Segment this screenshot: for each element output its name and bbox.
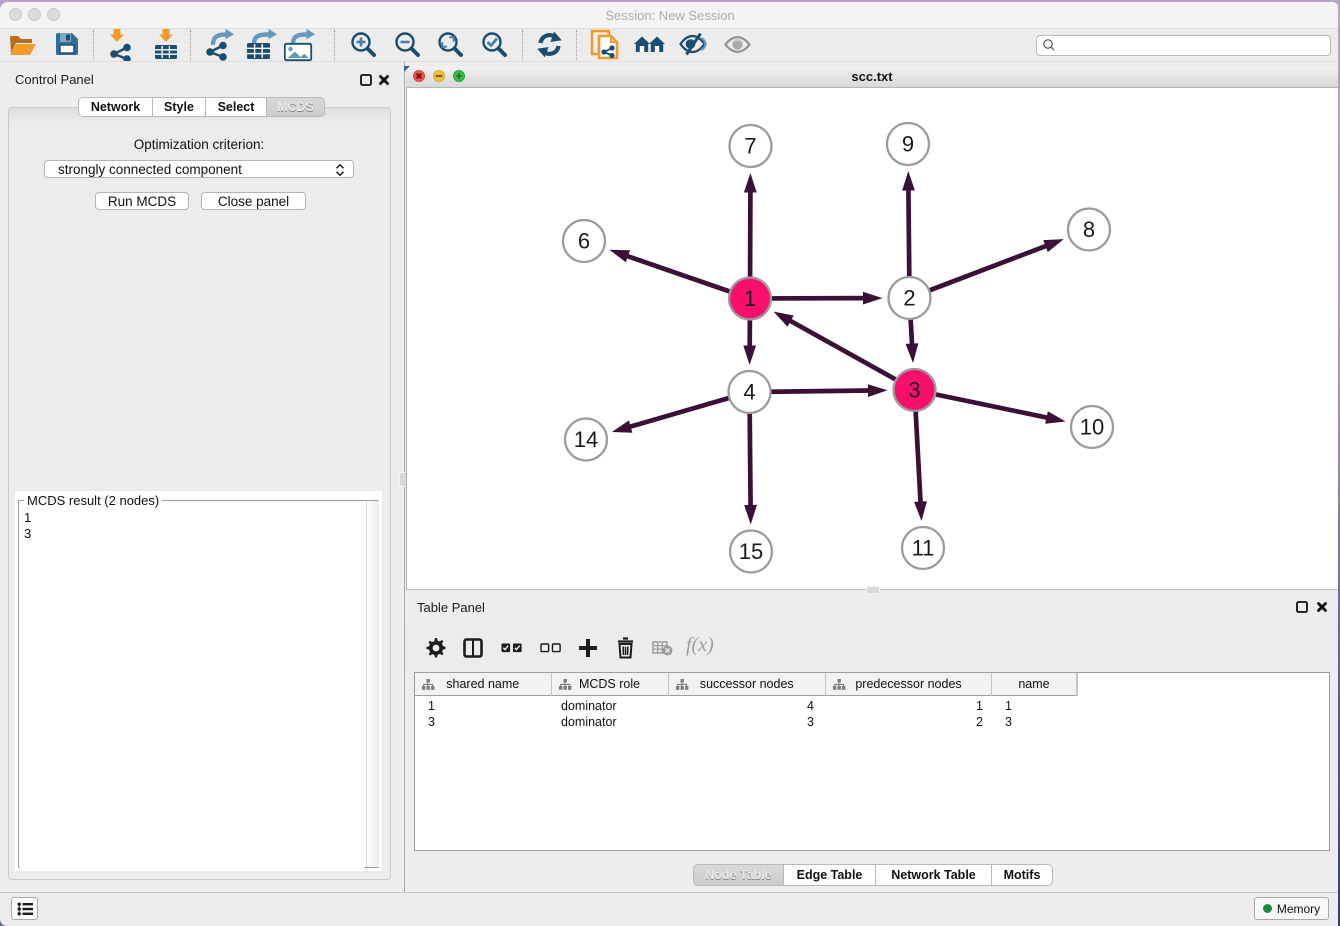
svg-text:9: 9 [902,132,914,157]
svg-text:6: 6 [578,229,590,254]
svg-text:2: 2 [903,286,915,311]
svg-text:10: 10 [1080,415,1104,440]
svg-text:7: 7 [744,134,756,159]
svg-text:11: 11 [912,536,935,561]
svg-text:15: 15 [739,539,763,564]
svg-text:1: 1 [744,286,756,311]
svg-text:8: 8 [1083,217,1095,242]
svg-text:14: 14 [574,427,598,452]
svg-text:3: 3 [908,378,920,403]
svg-text:4: 4 [743,380,755,405]
